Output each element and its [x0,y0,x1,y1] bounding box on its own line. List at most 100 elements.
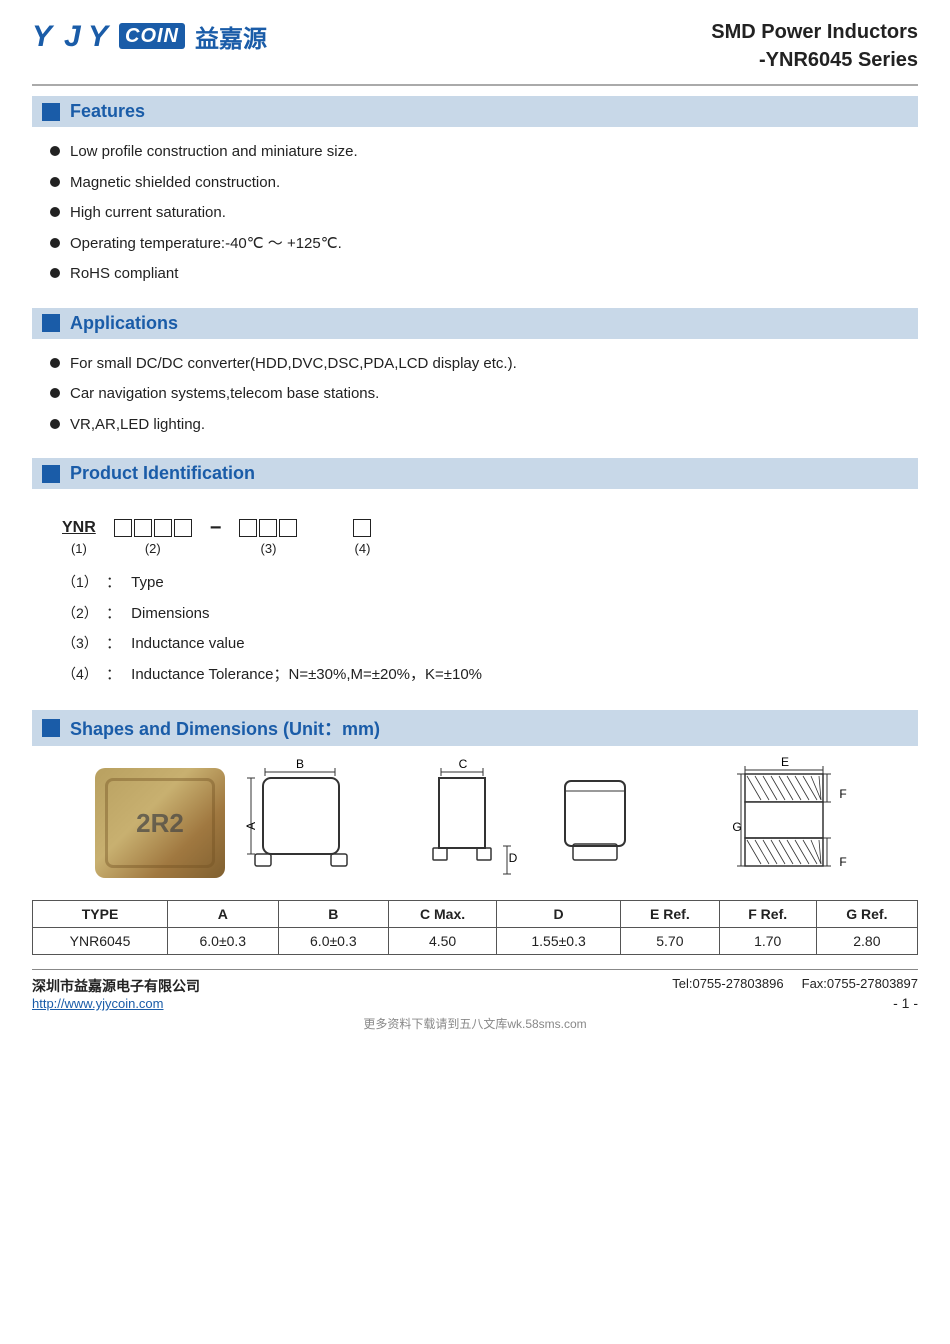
svg-text:J: J [64,20,82,53]
list-item: Car navigation systems,telecom base stat… [50,383,918,406]
prod-id-box [154,519,172,537]
cell-fref: 1.70 [719,928,816,955]
list-item: High current saturation. [50,202,918,225]
desc-text-1: Type [131,574,164,591]
footer-left: 深圳市益嘉源电子有限公司 http://www.yjycoin.com [32,976,200,1011]
prod-desc-3: （3） ： Inductance value [62,633,888,656]
prod-id-group-1: YNR (1) [62,519,96,556]
bullet-icon [50,388,60,398]
prod-id-box [174,519,192,537]
header-title: SMD Power Inductors -YNR6045 Series [711,18,918,74]
prod-id-group-2: (2) [114,519,192,556]
desc-num-2: （2） [62,605,98,621]
cell-a: 6.0±0.3 [168,928,279,955]
svg-text:D: D [509,851,518,865]
table-header-d: D [497,901,621,928]
prod-id-box [134,519,152,537]
table-header-b: B [278,901,389,928]
prod-id-box [114,519,132,537]
desc-num-4: （4） [62,666,98,682]
page-header: Y J Y COIN 益嘉源 SMD Power Inductors -YNR6… [32,18,918,86]
applications-section-bar: Applications [32,308,918,339]
logo-chinese: 益嘉源 [195,19,267,54]
cell-b: 6.0±0.3 [278,928,389,955]
prod-id-label-1: (1) [71,541,87,556]
product-id-title: Product Identification [70,463,255,484]
svg-text:B: B [296,757,304,771]
desc-text-3: Inductance value [131,635,244,652]
desc-text-2: Dimensions [131,605,209,622]
cell-gref: 2.80 [816,928,917,955]
svg-text:Y: Y [88,20,111,53]
diagram-elevation [545,756,655,890]
table-row: YNR6045 6.0±0.3 6.0±0.3 4.50 1.55±0.3 5.… [33,928,918,955]
diagram-side: C D [425,756,525,890]
features-title: Features [70,101,145,122]
list-item: Magnetic shielded construction. [50,172,918,195]
cell-type: YNR6045 [33,928,168,955]
table-header-type: TYPE [33,901,168,928]
company-name: 深圳市益嘉源电子有限公司 [32,976,200,996]
page-number: - 1 - [672,995,918,1011]
prod-desc-2: （2） ： Dimensions [62,603,888,626]
svg-text:F: F [839,787,846,801]
applications-icon [42,314,60,332]
watermark: 更多资料下载请到五八文库wk.58sms.com [32,1015,918,1032]
prod-id-boxes-2 [114,519,192,537]
prod-id-prefix: YNR [62,519,96,537]
table-header-cmax: C Max. [389,901,497,928]
svg-text:E: E [781,756,789,769]
prod-id-boxes-3 [239,519,297,537]
diagram-top: E G F F [675,756,855,890]
desc-num-3: （3） [62,635,98,651]
product-id-icon [42,465,60,483]
desc-text-4: Inductance Tolerance；N=±30%,M=±20%，K=±10… [131,666,482,683]
table-header-row: TYPE A B C Max. D E Ref. F Ref. G Ref. [33,901,918,928]
shapes-diagrams: 2R2 B A [32,756,918,890]
bullet-icon [50,419,60,429]
title-line2: -YNR6045 Series [711,46,918,74]
logo-area: Y J Y COIN 益嘉源 [32,18,267,54]
component-photo: 2R2 [95,768,225,878]
prod-desc-1: （1） ： Type [62,572,888,595]
table-header-a: A [168,901,279,928]
bullet-icon [50,358,60,368]
prod-id-box [353,519,371,537]
shapes-title: Shapes and Dimensions (Unit：mm) [70,715,380,741]
bullet-icon [50,207,60,217]
prod-id-group-4: (4) [353,519,371,556]
prod-id-box [279,519,297,537]
tel: Tel:0755-27803896 [672,976,783,991]
prod-desc-4: （4） ： Inductance Tolerance；N=±30%,M=±20%… [62,664,888,687]
bullet-icon [50,177,60,187]
list-item: VR,AR,LED lighting. [50,414,918,437]
prod-id-group-3: (3) [239,519,297,556]
applications-title: Applications [70,313,178,334]
product-id-descriptions: （1） ： Type （2） ： Dimensions （3） ： Induct… [32,564,918,704]
logo-graphic: Y J Y COIN 益嘉源 [32,18,267,54]
footer-right: Tel:0755-27803896 Fax:0755-27803897 - 1 … [672,976,918,1011]
bullet-icon [50,268,60,278]
bullet-icon [50,238,60,248]
applications-list: For small DC/DC converter(HDD,DVC,DSC,PD… [32,349,918,453]
prod-id-label-3: (3) [261,541,277,556]
contact-info: Tel:0755-27803896 Fax:0755-27803897 [672,976,918,991]
prod-id-label-2: (2) [145,541,161,556]
prod-id-label-4: (4) [355,541,371,556]
list-item: For small DC/DC converter(HDD,DVC,DSC,PD… [50,353,918,376]
svg-text:G: G [732,820,741,834]
website-link[interactable]: http://www.yjycoin.com [32,996,200,1011]
bullet-icon [50,146,60,156]
fax: Fax:0755-27803897 [802,976,918,991]
list-item: Operating temperature:-40℃ ～ +125℃. [50,233,918,256]
table-header-fref: F Ref. [719,901,816,928]
diagram-front: B A [245,756,405,890]
desc-num-1: （1） [62,574,98,590]
title-line1: SMD Power Inductors [711,18,918,46]
page-footer: 深圳市益嘉源电子有限公司 http://www.yjycoin.com Tel:… [32,969,918,1011]
svg-text:Y: Y [32,20,55,53]
svg-text:C: C [459,757,468,771]
cell-cmax: 4.50 [389,928,497,955]
product-id-section-bar: Product Identification [32,458,918,489]
shapes-icon [42,719,60,737]
